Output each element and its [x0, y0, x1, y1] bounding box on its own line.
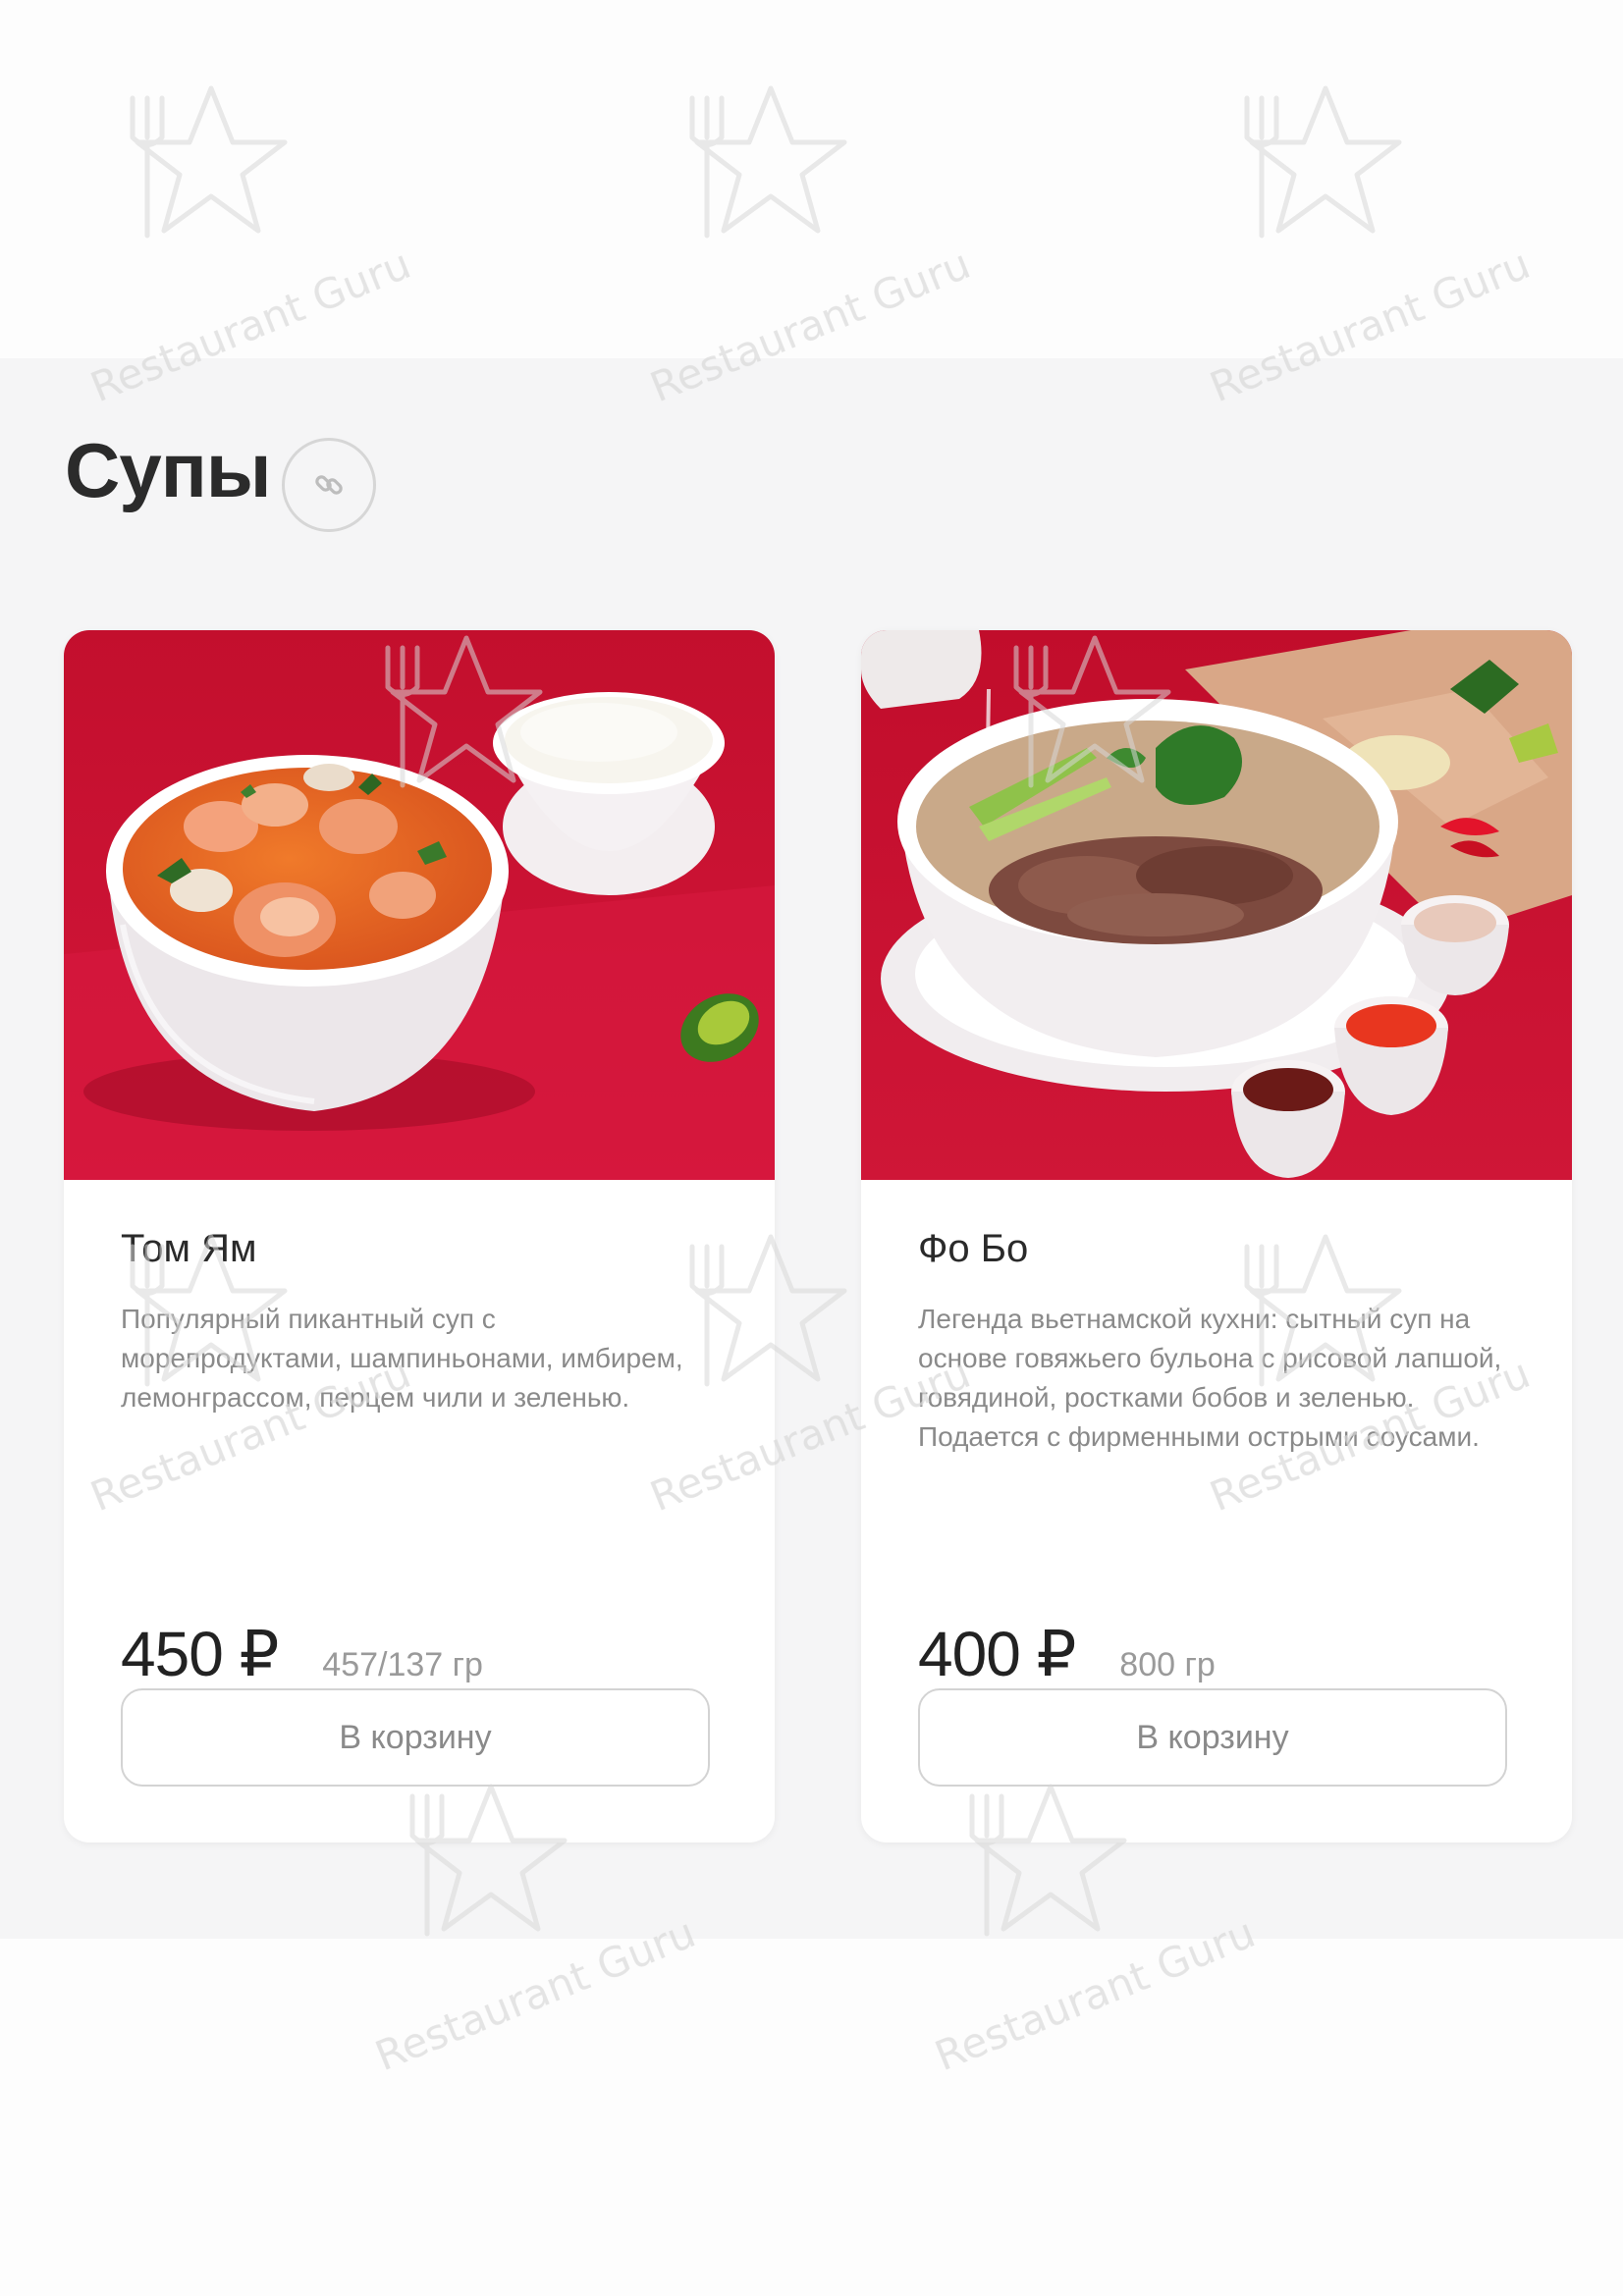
price-row: 450 ₽ 457/137 гр — [121, 1618, 483, 1689]
product-description: Популярный пикантный суп с морепродуктам… — [121, 1304, 683, 1413]
link-icon — [315, 475, 343, 495]
product-price: 400 ₽ — [918, 1619, 1076, 1689]
product-weight: 457/137 гр — [322, 1646, 483, 1683]
add-to-cart-button[interactable]: В корзину — [918, 1688, 1507, 1787]
price-row: 400 ₽ 800 гр — [918, 1618, 1216, 1689]
pho-bo-photo — [861, 630, 1572, 1180]
copy-link-button[interactable] — [282, 438, 376, 532]
product-card-tom-yam[interactable]: Том Ям Популярный пикантный суп с морепр… — [64, 630, 775, 1842]
section-title: Супы — [65, 427, 271, 513]
add-to-cart-button[interactable]: В корзину — [121, 1688, 710, 1787]
product-card-pho-bo[interactable]: Фо Бо Легенда вьетнамской кухни: сытный … — [861, 630, 1572, 1842]
tom-yam-photo — [64, 630, 775, 1180]
product-price: 450 ₽ — [121, 1619, 279, 1689]
top-strip — [0, 0, 1623, 358]
product-weight: 800 гр — [1119, 1646, 1216, 1683]
product-name: Том Ям — [121, 1227, 257, 1270]
product-name: Фо Бо — [918, 1227, 1029, 1270]
product-description: Легенда вьетнамской кухни: сытный суп на… — [918, 1304, 1502, 1452]
